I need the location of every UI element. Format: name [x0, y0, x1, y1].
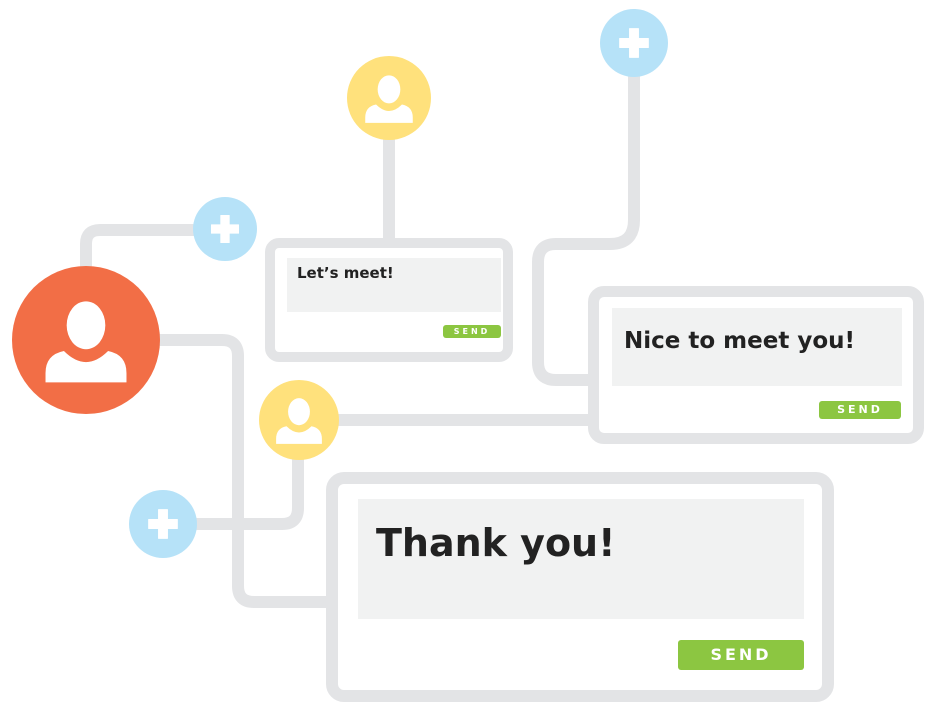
message-text: Nice to meet you!	[624, 328, 855, 354]
contact-avatar[interactable]	[347, 56, 431, 140]
add-contact-button[interactable]	[193, 197, 257, 261]
user-icon	[276, 398, 322, 444]
user-icon	[45, 301, 127, 383]
message-text-area[interactable]: Nice to meet you!	[612, 308, 902, 386]
contact-avatar[interactable]	[259, 380, 339, 460]
message-text: Thank you!	[376, 521, 616, 565]
connector-line	[144, 334, 340, 608]
message-card-medium: Nice to meet you! SEND	[588, 286, 924, 444]
message-text-area[interactable]: Thank you!	[358, 499, 804, 619]
add-contact-button[interactable]	[129, 490, 197, 558]
add-contact-button[interactable]	[600, 9, 668, 77]
send-button[interactable]: SEND	[819, 401, 901, 419]
plus-icon	[148, 509, 178, 539]
send-button[interactable]: SEND	[443, 325, 501, 338]
message-card-small: Let’s meet! SEND	[265, 238, 513, 362]
message-text-area[interactable]: Let’s meet!	[287, 258, 501, 312]
plus-icon	[210, 214, 240, 244]
chat-network-diagram: Let’s meet! SEND Nice to meet you! SEND …	[0, 0, 927, 704]
main-user-avatar[interactable]	[12, 266, 160, 414]
send-button[interactable]: SEND	[678, 640, 804, 670]
user-icon	[365, 75, 413, 123]
message-text: Let’s meet!	[297, 264, 394, 282]
message-card-large: Thank you! SEND	[326, 472, 834, 702]
plus-icon	[619, 28, 649, 58]
